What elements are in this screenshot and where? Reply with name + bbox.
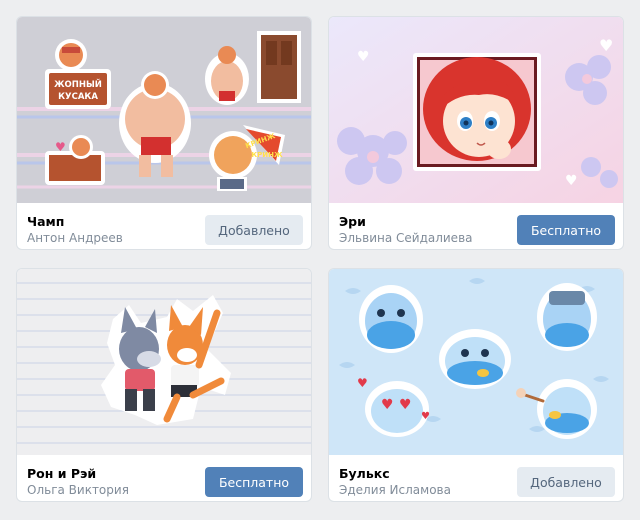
svg-text:♥: ♥: [565, 173, 578, 189]
pack-author[interactable]: Ольга Виктория: [27, 483, 129, 497]
sticker-pack-card-ron-and-ray[interactable]: Рон и Рэй Ольга Виктория Бесплатно: [16, 268, 312, 502]
pack-title: Чамп: [27, 214, 65, 229]
pack-author[interactable]: Эльвина Сейдалиева: [339, 231, 473, 245]
sign-text-line2: КУСАКА: [58, 92, 98, 102]
sticker-pack-footer: Эри Эльвина Сейдалиева Бесплатно: [329, 203, 623, 249]
free-button[interactable]: Бесплатно: [205, 467, 303, 497]
sticker-pack-card-champ[interactable]: ЖОПНЫЙ КУСАКА ♥ КРИНЖ КРИНЖ Чамп Антон А…: [16, 16, 312, 250]
svg-text:♥: ♥: [357, 376, 368, 390]
sticker-pack-footer: Булькс Эделия Исламова Добавлено: [329, 455, 623, 501]
sticker-pack-preview[interactable]: [17, 269, 311, 455]
sticker-pack-card-bulks[interactable]: ♥ ♥ ♥ ♥ Булькс Эделия Исламова Добавлено: [328, 268, 624, 502]
fan-text-line2: КРИНЖ: [251, 151, 283, 159]
added-button[interactable]: Добавлено: [205, 215, 303, 245]
sticker-packs-grid: ЖОПНЫЙ КУСАКА ♥ КРИНЖ КРИНЖ Чамп Антон А…: [0, 0, 640, 520]
svg-text:♥: ♥: [421, 411, 430, 422]
pack-author[interactable]: Антон Андреев: [27, 231, 123, 245]
pack-title: Булькс: [339, 466, 390, 481]
sticker-pack-preview[interactable]: ♥ ♥ ♥ ♥: [329, 269, 623, 455]
svg-text:♥: ♥: [55, 140, 66, 154]
sticker-pack-preview[interactable]: ♥ ♥ ♥: [329, 17, 623, 203]
sign-text-line1: ЖОПНЫЙ: [54, 78, 102, 90]
sticker-pack-footer: Чамп Антон Андреев Добавлено: [17, 203, 311, 249]
svg-text:♥: ♥: [599, 36, 613, 55]
svg-text:♥: ♥: [357, 49, 370, 65]
added-button[interactable]: Добавлено: [517, 467, 615, 497]
sticker-pack-footer: Рон и Рэй Ольга Виктория Бесплатно: [17, 455, 311, 501]
sticker-pack-card-eri[interactable]: ♥ ♥ ♥ Эри Эльвина Сейдалиева Бесплатно: [328, 16, 624, 250]
pack-title: Рон и Рэй: [27, 466, 97, 481]
sticker-pack-preview[interactable]: ЖОПНЫЙ КУСАКА ♥ КРИНЖ КРИНЖ: [17, 17, 311, 203]
svg-text:♥: ♥: [381, 397, 394, 413]
pack-author[interactable]: Эделия Исламова: [339, 483, 451, 497]
pack-title: Эри: [339, 214, 366, 229]
svg-text:♥: ♥: [399, 397, 412, 413]
free-button[interactable]: Бесплатно: [517, 215, 615, 245]
